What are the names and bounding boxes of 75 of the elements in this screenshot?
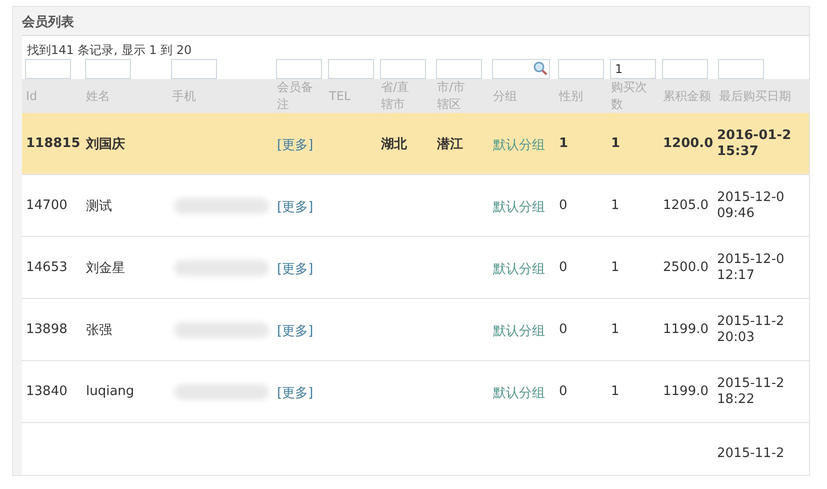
column-header[interactable]: 手机	[168, 88, 273, 104]
group-link[interactable]: 默认分组	[493, 200, 545, 214]
date-text: 2015-11-2	[717, 376, 786, 392]
more-link[interactable]: [更多]	[277, 386, 314, 400]
date-text: 2015-11-2	[717, 446, 786, 462]
table-cell-text: 0	[558, 260, 568, 275]
table-cell-text: 0	[558, 322, 568, 337]
filter-field[interactable]	[25, 59, 71, 79]
filter-field[interactable]	[558, 59, 604, 79]
filter-field[interactable]	[85, 59, 131, 79]
search-field[interactable]	[492, 59, 550, 79]
filter-field[interactable]	[662, 59, 708, 79]
date-text: 2016-01-2	[717, 128, 792, 144]
table-cell-text: 张强	[85, 322, 113, 338]
table-cell-text: 1	[610, 198, 620, 213]
table-cell-text: 1	[610, 384, 620, 399]
group-link[interactable]: 默认分组	[493, 138, 545, 152]
table-cell-text: 2500.0	[662, 260, 710, 275]
table-cell-text: 测试	[85, 198, 113, 214]
date-text: 2015-12-0	[717, 190, 786, 206]
filter-field[interactable]	[380, 59, 426, 79]
panel-title: 会员列表	[20, 14, 75, 32]
column-header[interactable]: Id	[22, 88, 82, 104]
table-cell-text: 刘金星	[85, 260, 126, 276]
table-cell-text: 1199.0	[662, 384, 710, 399]
more-link[interactable]: [更多]	[277, 324, 314, 338]
table-cell-text: 118815	[25, 136, 82, 151]
date-text: 2015-11-2	[717, 314, 786, 330]
column-header[interactable]: 市/市辖区	[433, 79, 477, 113]
column-header[interactable]: TEL	[325, 88, 377, 104]
table-cell-text: 14653	[25, 260, 68, 275]
filter-field[interactable]	[718, 59, 764, 79]
record-summary: 找到141 条记录, 显示 1 到 20	[26, 42, 193, 59]
filter-field[interactable]	[276, 59, 322, 79]
column-header[interactable]: 购买次数	[607, 79, 651, 113]
filter-field[interactable]	[328, 59, 374, 79]
search-icon[interactable]	[533, 61, 548, 76]
table-cell-text: 潜江	[436, 136, 464, 152]
more-link[interactable]: [更多]	[277, 262, 314, 276]
column-header[interactable]: 会员备注	[273, 79, 317, 113]
table-cell-text: 刘国庆	[84, 136, 126, 152]
filter-field[interactable]	[436, 59, 482, 79]
filter-field[interactable]	[171, 59, 217, 79]
table-cell-text: luqiang	[85, 384, 136, 399]
time-text: 15:37	[717, 144, 760, 160]
table-cell-text: 1	[610, 260, 620, 275]
table-cell-text: 1200.0	[662, 136, 714, 151]
table-cell-text: 1	[558, 136, 570, 151]
table-cell-text: 13898	[25, 322, 68, 337]
column-header[interactable]: 性别	[555, 88, 607, 104]
column-header[interactable]: 省/直辖市	[377, 79, 421, 113]
more-link[interactable]: [更多]	[277, 200, 314, 214]
column-header[interactable]: 最后购买日期	[715, 88, 797, 104]
filter-field[interactable]: 1	[610, 59, 656, 79]
date-text: 2015-12-0	[717, 252, 786, 268]
column-header[interactable]: 分组	[489, 88, 555, 104]
time-text: 18:22	[717, 392, 756, 408]
table-cell-text: 0	[558, 384, 568, 399]
column-header[interactable]: 姓名	[82, 88, 168, 104]
more-link[interactable]: [更多]	[277, 138, 314, 152]
table-cell-text: 13840	[25, 384, 68, 399]
table-cell-text: 0	[558, 198, 568, 213]
table-cell-text: 1205.0	[662, 198, 710, 213]
table-cell-text: 1	[610, 322, 620, 337]
time-text: 20:03	[717, 330, 756, 346]
table-cell-text: 1	[610, 136, 622, 151]
table-cell-text: 14700	[25, 198, 68, 213]
group-link[interactable]: 默认分组	[493, 386, 545, 400]
time-text: 09:46	[717, 206, 756, 222]
table-cell-text: 1199.0	[662, 322, 710, 337]
group-link[interactable]: 默认分组	[493, 262, 545, 276]
column-header[interactable]: 累积金额	[659, 88, 715, 104]
table-cell-text: 湖北	[380, 136, 408, 152]
time-text: 12:17	[717, 268, 756, 284]
group-link[interactable]: 默认分组	[493, 324, 545, 338]
